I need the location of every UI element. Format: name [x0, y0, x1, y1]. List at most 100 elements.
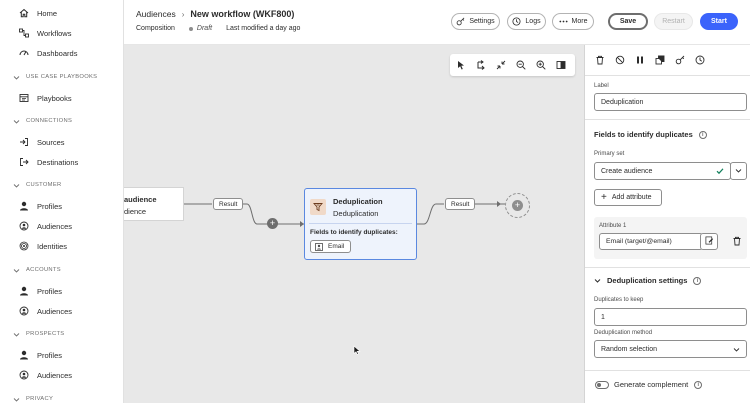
nav-destinations[interactable]: Destinations — [19, 155, 78, 169]
email-field-chip: Email — [310, 240, 352, 253]
primary-set-dropdown[interactable] — [730, 162, 747, 180]
properties-panel: Label Deduplication Fields to identify d… — [584, 45, 750, 403]
plus-icon: + — [512, 200, 523, 211]
label-input[interactable]: Deduplication — [594, 93, 747, 111]
nav-sources-label: Sources — [37, 137, 65, 147]
dedup-settings-header[interactable]: Deduplication settings i — [594, 276, 702, 285]
more-button[interactable]: More — [552, 13, 594, 30]
method-select[interactable]: Random selection — [594, 340, 747, 358]
section-title: CONNECTIONS — [26, 118, 73, 124]
nav-accounts-profiles[interactable]: Profiles — [19, 284, 62, 298]
nav-label: Profiles — [37, 286, 63, 296]
toggle-knob — [597, 383, 601, 387]
workflow-canvas[interactable]: audience dience Result + Deduplication D… — [124, 45, 584, 403]
delete-icon[interactable] — [594, 54, 606, 66]
workflow-header: Audiences › New workflow (WKF800) Compos… — [124, 0, 750, 45]
chevron-down-icon — [594, 277, 601, 284]
history-icon[interactable] — [694, 54, 706, 66]
duplicates-label: Duplicates to keep — [594, 297, 644, 303]
previous-node-subtitle: dience — [124, 207, 147, 216]
nav-identities[interactable]: Identities — [19, 239, 67, 253]
chevron-down-icon — [13, 267, 20, 274]
deduplication-node[interactable]: Deduplication Deduplication Fields to id… — [304, 188, 417, 260]
pause-icon[interactable] — [634, 54, 646, 66]
start-button[interactable]: Start — [700, 13, 738, 30]
nav-prospects-profiles[interactable]: Profiles — [19, 348, 62, 362]
dedup-settings-title: Deduplication settings — [607, 276, 688, 285]
settings-button[interactable]: Settings — [451, 13, 500, 30]
section-customer[interactable]: CUSTOMER — [13, 180, 61, 190]
disable-icon[interactable] — [614, 54, 626, 66]
generate-complement-label: Generate complement — [614, 380, 689, 389]
left-navigation: Home Workflows Dashboards USE CASE PLAYB… — [0, 0, 124, 403]
delete-attribute-icon[interactable] — [732, 236, 742, 248]
method-value: Random selection — [601, 345, 658, 353]
clock-icon — [512, 17, 521, 26]
restart-button[interactable]: Restart — [654, 13, 693, 30]
attribute-input[interactable]: Email (target/@email) — [599, 233, 703, 250]
breadcrumb-separator: › — [181, 9, 185, 19]
workflow-settings-icon[interactable] — [674, 54, 686, 66]
section-title: CUSTOMER — [26, 182, 62, 188]
workflows-icon — [19, 28, 29, 38]
section-title: USE CASE PLAYBOOKS — [26, 74, 98, 80]
profile-icon — [19, 286, 29, 296]
audiences-icon — [19, 221, 29, 231]
logs-button[interactable]: Logs — [507, 13, 546, 30]
breadcrumb-audiences[interactable]: Audiences — [136, 9, 176, 19]
nav-customer-audiences[interactable]: Audiences — [19, 219, 72, 233]
add-attribute-button[interactable]: + Add attribute — [594, 189, 662, 206]
settings-label: Settings — [469, 18, 495, 25]
nav-customer-profiles[interactable]: Profiles — [19, 199, 62, 213]
nav-label: Profiles — [37, 201, 63, 211]
edit-expression-button[interactable] — [700, 233, 718, 250]
nav-home[interactable]: Home — [19, 6, 57, 20]
attribute-card: Attribute 1 Email (target/@email) — [594, 217, 747, 259]
node-title: Deduplication — [333, 197, 383, 206]
fields-section-title: Fields to identify duplicates i — [594, 130, 707, 139]
chevron-down-icon — [13, 182, 20, 189]
nav-label: Profiles — [37, 350, 63, 360]
add-next-activity[interactable]: + — [505, 193, 530, 218]
nav-workflows[interactable]: Workflows — [19, 26, 71, 40]
duplicates-input[interactable]: 1 — [594, 308, 747, 326]
generate-complement-toggle[interactable] — [595, 381, 609, 389]
result-transition-1[interactable]: Result — [213, 198, 244, 210]
previous-node[interactable]: audience dience — [124, 187, 184, 221]
add-activity-icon[interactable]: + — [267, 218, 278, 229]
info-icon[interactable]: i — [694, 380, 703, 389]
copy-icon[interactable] — [654, 54, 666, 66]
nav-playbooks[interactable]: Playbooks — [19, 91, 72, 105]
node-fields-label: Fields to identify duplicates: — [310, 229, 398, 236]
section-connections[interactable]: CONNECTIONS — [13, 116, 72, 126]
section-use-case-playbooks[interactable]: USE CASE PLAYBOOKS — [13, 72, 97, 82]
info-icon[interactable]: i — [698, 130, 707, 139]
status-badge: Draft — [196, 25, 213, 32]
section-prospects[interactable]: PROSPECTS — [13, 329, 64, 339]
node-divider — [309, 223, 412, 224]
result-transition-2[interactable]: Result — [445, 198, 476, 210]
previous-node-title: audience — [124, 195, 157, 204]
info-icon[interactable]: i — [693, 276, 702, 285]
primary-set-select[interactable]: Create audience — [594, 162, 731, 180]
generate-complement-row: Generate complement i — [614, 380, 703, 389]
attribute-icon — [315, 242, 323, 251]
home-icon — [19, 8, 29, 18]
chevron-down-icon — [13, 331, 20, 338]
section-privacy[interactable]: PRIVACY — [13, 394, 53, 403]
nav-label: Audiences — [37, 306, 73, 316]
section-title: PRIVACY — [26, 396, 54, 402]
nav-accounts-audiences[interactable]: Audiences — [19, 304, 72, 318]
page-title: New workflow (WKF800) — [190, 9, 295, 19]
chevron-down-icon — [13, 396, 20, 403]
nav-prospects-audiences[interactable]: Audiences — [19, 368, 72, 382]
section-accounts[interactable]: ACCOUNTS — [13, 265, 61, 275]
nav-sources[interactable]: Sources — [19, 135, 65, 149]
identities-icon — [19, 241, 29, 251]
save-button[interactable]: Save — [608, 13, 648, 30]
more-icon — [558, 17, 568, 26]
nav-dashboards[interactable]: Dashboards — [19, 46, 77, 60]
profile-icon — [19, 350, 29, 360]
last-modified: Last modified a day ago — [226, 25, 301, 32]
nav-dashboards-label: Dashboards — [37, 48, 78, 58]
